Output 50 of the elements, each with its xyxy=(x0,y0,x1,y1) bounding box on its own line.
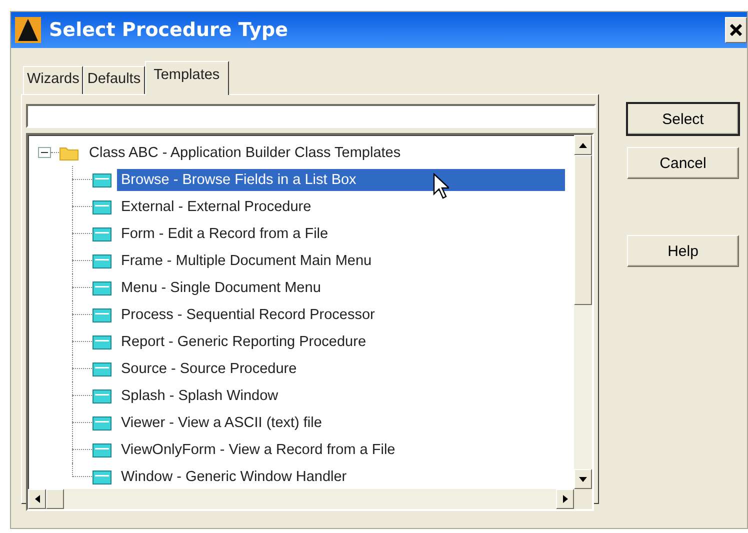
folder-icon xyxy=(59,144,79,160)
scroll-up-button[interactable] xyxy=(574,135,592,155)
window-title: Select Procedure Type xyxy=(49,19,290,41)
mouse-cursor-icon xyxy=(433,173,449,199)
tab[interactable]: Defaults xyxy=(83,66,145,94)
window-icon xyxy=(92,388,112,404)
scrollbar-corner xyxy=(574,489,592,509)
tree-item[interactable]: Viewer - View a ASCII (text) file xyxy=(117,412,565,434)
tree-item[interactable]: Form - Edit a Record from a File xyxy=(117,222,565,244)
right-arrow-icon xyxy=(562,495,568,503)
filter-field[interactable] xyxy=(26,104,596,128)
close-icon xyxy=(730,24,742,36)
window-icon xyxy=(92,442,112,458)
window-icon xyxy=(92,280,112,296)
scroll-down-button[interactable] xyxy=(574,469,592,489)
window-icon xyxy=(92,468,112,484)
window-icon xyxy=(92,172,112,188)
tree-item[interactable]: Class ABC - Application Builder Class Templates xyxy=(85,142,405,164)
tree-item[interactable]: Source - Source Procedure xyxy=(117,358,565,380)
collapse-icon[interactable] xyxy=(38,147,51,158)
tree-item[interactable]: Menu - Single Document Menu xyxy=(117,276,565,298)
dialog-button[interactable]: Cancel xyxy=(627,147,739,179)
app-icon xyxy=(15,17,41,43)
dialog-button[interactable]: Select xyxy=(627,103,739,135)
tree-item[interactable]: Splash - Splash Window xyxy=(117,384,565,406)
down-arrow-icon xyxy=(579,476,587,482)
up-arrow-icon xyxy=(579,142,587,148)
scrollbar-thumb[interactable] xyxy=(46,489,64,509)
window-icon xyxy=(92,226,112,242)
tree-item[interactable]: Browse - Browse Fields in a List Box xyxy=(117,168,565,190)
dialog-button[interactable]: Help xyxy=(627,235,739,267)
tree-item[interactable]: ViewOnlyForm - View a Record from a File xyxy=(117,438,565,460)
window-icon xyxy=(92,306,112,322)
window-icon xyxy=(92,252,112,268)
scrollbar-thumb[interactable] xyxy=(574,155,592,305)
tab[interactable]: Templates xyxy=(144,61,229,95)
tree-item[interactable]: Frame - Multiple Document Main Menu xyxy=(117,250,565,272)
tree-item[interactable]: Window - Generic Window Handler xyxy=(117,466,565,488)
window-icon xyxy=(92,414,112,430)
window-icon xyxy=(92,198,112,214)
left-arrow-icon xyxy=(34,495,40,503)
tree-item[interactable]: External - External Procedure xyxy=(117,196,565,218)
close-button[interactable] xyxy=(725,17,747,43)
scroll-right-button[interactable] xyxy=(556,489,574,509)
tree-item[interactable]: Process - Sequential Record Processor xyxy=(117,304,565,326)
window-icon xyxy=(92,360,112,376)
window-icon xyxy=(92,334,112,350)
tree-item[interactable]: Report - Generic Reporting Procedure xyxy=(117,330,565,352)
scroll-left-button[interactable] xyxy=(28,489,46,509)
tab[interactable]: Wizards xyxy=(23,66,84,94)
